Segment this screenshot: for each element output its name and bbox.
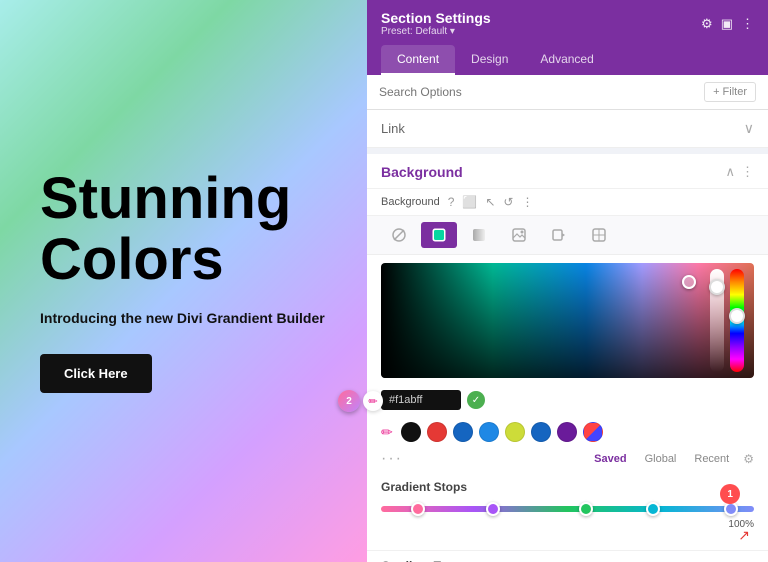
link-label: Link — [381, 121, 405, 136]
gradient-stops-label: Gradient Stops — [381, 480, 754, 494]
link-section[interactable]: Link ∨ — [367, 110, 768, 148]
panel-header-top: Section Settings Preset: Default ▾ ⚙ ▣ ⋮ — [381, 10, 754, 37]
hue-slider[interactable] — [730, 269, 744, 372]
bg-type-none[interactable] — [381, 222, 417, 248]
badge-2-group: 2 ✏ — [338, 390, 383, 412]
bg-controls-label: Background — [381, 196, 440, 208]
more-swatches-btn[interactable]: ··· — [381, 450, 403, 468]
bg-dots-icon[interactable]: ⋮ — [521, 195, 533, 209]
swatches-saved-row: ··· Saved Global Recent ⚙ — [367, 448, 768, 472]
bg-type-color[interactable] — [421, 222, 457, 248]
more-icon[interactable]: ⋮ — [741, 16, 754, 32]
color-swatches-row: ✏ — [367, 416, 768, 448]
search-bar: + Filter — [367, 75, 768, 110]
bg-type-gradient[interactable] — [461, 222, 497, 248]
saved-button[interactable]: Saved — [590, 451, 630, 467]
bg-help-icon[interactable]: ? — [448, 195, 455, 209]
panel-preset[interactable]: Preset: Default ▾ — [381, 26, 491, 37]
bg-type-image[interactable] — [501, 222, 537, 248]
search-input[interactable] — [379, 85, 704, 99]
bg-reset-icon[interactable]: ↺ — [503, 195, 513, 209]
panel-title-group: Section Settings Preset: Default ▾ — [381, 10, 491, 37]
panel-header: Section Settings Preset: Default ▾ ⚙ ▣ ⋮… — [367, 0, 768, 75]
stop-handle-2[interactable] — [486, 502, 500, 516]
background-section-title: Background — [381, 164, 463, 180]
gradient-stops-section: Gradient Stops 1 100% ↗ — [367, 472, 768, 550]
gradient-stops-bar[interactable]: 1 — [381, 506, 754, 512]
saved-row: Saved Global Recent ⚙ — [590, 451, 754, 467]
panel-header-icons: ⚙ ▣ ⋮ — [701, 16, 754, 32]
panel-tabs: Content Design Advanced — [381, 45, 754, 75]
gradient-stops-container: 1 100% ↗ — [381, 506, 754, 512]
stop-handle-3[interactable] — [579, 502, 593, 516]
cta-button[interactable]: Click Here — [40, 354, 152, 393]
tab-design[interactable]: Design — [455, 45, 524, 75]
swatch-gradient[interactable] — [583, 422, 603, 442]
settings-icon[interactable]: ⚙ — [701, 16, 713, 32]
panel-title: Section Settings — [381, 10, 491, 26]
swatch-blue[interactable] — [479, 422, 499, 442]
layout-icon[interactable]: ▣ — [721, 16, 733, 32]
bg-more-icon[interactable]: ⋮ — [741, 164, 754, 180]
hex-confirm-button[interactable]: ✓ — [467, 391, 485, 409]
swatch-blue2[interactable] — [531, 422, 551, 442]
bg-type-tabs — [367, 216, 768, 255]
stop-handle-4[interactable] — [646, 502, 660, 516]
spacer — [381, 516, 754, 546]
background-section-header: Background ∧ ⋮ — [367, 154, 768, 189]
bg-copy-icon[interactable]: ⬜ — [462, 195, 477, 209]
alpha-slider[interactable] — [710, 269, 724, 372]
content-area: Link ∨ Background ∧ ⋮ Background ? ⬜ ↖ ↺… — [367, 110, 768, 562]
background-section: Background ∧ ⋮ Background ? ⬜ ↖ ↺ ⋮ — [367, 154, 768, 562]
tab-content[interactable]: Content — [381, 45, 455, 75]
subheadline: Introducing the new Divi Grandient Build… — [40, 310, 327, 326]
color-picker-circle[interactable] — [682, 275, 696, 289]
left-panel: Stunning Colors Introducing the new Divi… — [0, 0, 367, 562]
stop-handle-5[interactable]: 1 — [724, 502, 738, 516]
recent-button[interactable]: Recent — [690, 451, 733, 467]
swatch-yellow[interactable] — [505, 422, 525, 442]
swatch-black[interactable] — [401, 422, 421, 442]
stop-wrapper-5: 1 — [724, 502, 738, 516]
filter-button[interactable]: + Filter — [704, 82, 756, 102]
hex-row: ✓ — [367, 386, 768, 416]
bg-header-right: ∧ ⋮ — [725, 164, 754, 180]
headline: Stunning Colors — [40, 169, 327, 291]
hex-input[interactable] — [381, 390, 461, 410]
arrow-indicator: ↗ — [738, 527, 750, 544]
color-picker-area[interactable] — [381, 263, 754, 378]
bg-type-map[interactable] — [581, 222, 617, 248]
saved-settings-icon[interactable]: ⚙ — [743, 452, 754, 466]
bg-type-video[interactable] — [541, 222, 577, 248]
tab-advanced[interactable]: Advanced — [524, 45, 609, 75]
swatch-red[interactable] — [427, 422, 447, 442]
link-chevron: ∨ — [744, 120, 754, 137]
alpha-slider-handle[interactable] — [709, 279, 725, 295]
stop-handle-1[interactable] — [411, 502, 425, 516]
swatch-darkblue[interactable] — [453, 422, 473, 442]
badge-2-pencil[interactable]: ✏ — [363, 391, 383, 411]
right-panel: Section Settings Preset: Default ▾ ⚙ ▣ ⋮… — [367, 0, 768, 562]
gradient-picker — [381, 263, 754, 378]
hue-slider-handle[interactable] — [729, 308, 745, 324]
pencil-icon[interactable]: ✏ — [381, 424, 393, 441]
gradient-type-section: Gradient Type Linear Radial Conic — [367, 550, 768, 562]
bg-controls-row: Background ? ⬜ ↖ ↺ ⋮ — [367, 189, 768, 216]
pencil-badge-icon: ✏ — [368, 395, 377, 408]
bg-collapse-icon[interactable]: ∧ — [725, 164, 735, 180]
global-button[interactable]: Global — [641, 451, 681, 467]
badge-2: 2 — [338, 390, 360, 412]
badge-1: 1 — [720, 484, 740, 504]
swatch-purple[interactable] — [557, 422, 577, 442]
bg-cursor-icon[interactable]: ↖ — [485, 195, 495, 209]
